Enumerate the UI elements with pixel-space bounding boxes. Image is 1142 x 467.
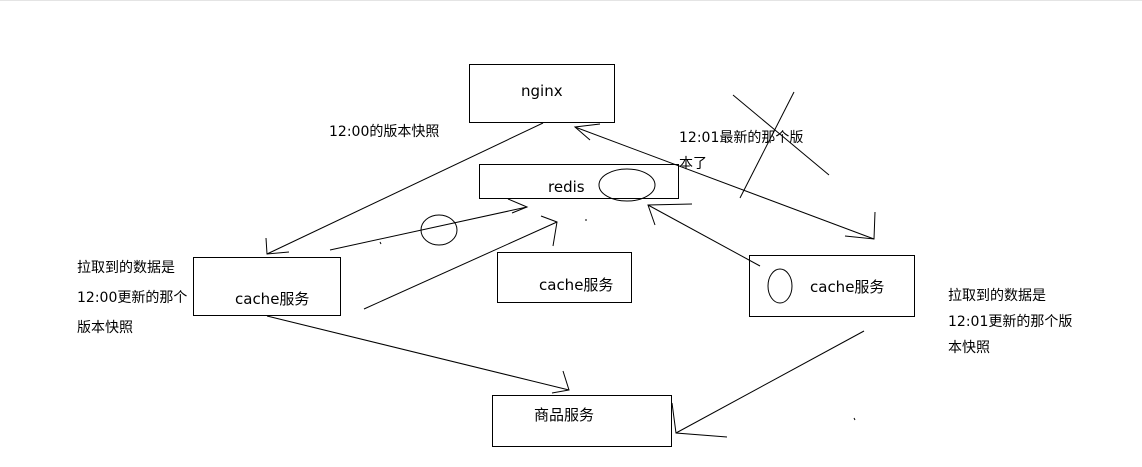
arrow-right-cache-to-redis: [647, 204, 761, 267]
speck-3: [853, 417, 856, 421]
annotation-snapshot-1200: 12:00的版本快照: [329, 124, 440, 140]
nginx-label: nginx: [521, 82, 563, 100]
speck-1: [379, 241, 382, 245]
arrowhead-redis-right: [647, 203, 693, 226]
arrow-right-cache-to-product: [675, 330, 865, 434]
arrow-left-cache-to-redis: [329, 206, 528, 251]
annotation-right-pulled: 拉取到的数据是 12:01更新的那个版 本快照: [948, 288, 1073, 356]
cache-service-right-label: cache服务: [810, 278, 885, 296]
arrowhead-redis-lower: [540, 215, 558, 247]
cache-service-left-label: cache服务: [235, 290, 310, 308]
product-service-label: 商品服务: [534, 406, 595, 424]
arrow-left-cache-to-product: [266, 315, 570, 391]
arrowhead-left-cache: [265, 237, 290, 255]
transfer-data-ellipse: [420, 214, 458, 246]
annotation-left-pulled: 拉取到的数据是 12:00更新的那个 版本快照: [77, 260, 188, 336]
cache-service-middle-label: cache服务: [539, 276, 614, 294]
annotation-latest-1201: 12:01最新的那个版 本了: [679, 130, 804, 172]
redis-label: redis: [548, 178, 585, 196]
arrowhead-right-cache: [844, 211, 876, 240]
